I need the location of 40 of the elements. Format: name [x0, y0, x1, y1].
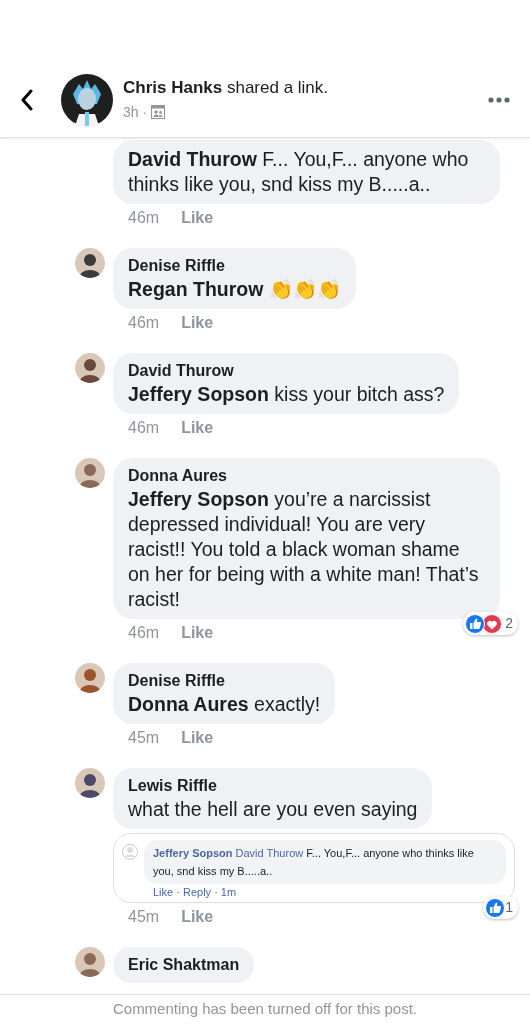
like-reaction-icon [485, 897, 506, 918]
comment-text: Jeffery Sopson you’re a narcissist depressed individual! You are very racist!! You told a black woman shame on her for being with a white man! That’s racist! [128, 487, 480, 612]
avatar[interactable] [75, 353, 105, 383]
comment-author[interactable]: Denise Riffle [128, 670, 321, 692]
comment-author[interactable]: Denise Riffle [128, 255, 341, 277]
comment-text: Jeffery Sopson kiss your bitch ass? [128, 382, 445, 407]
comment-text: what the hell are you even saying [128, 797, 418, 822]
comment-time: 46m [128, 623, 160, 643]
shared-comment-card[interactable]: Jeffery Sopson David Thurow F... You,F... anyone who thinks like you, snd kiss my B.....a.. Like · Reply · 1m [113, 833, 515, 903]
heart-reaction-icon [482, 613, 503, 634]
avatar[interactable] [75, 768, 105, 798]
avatar[interactable] [75, 248, 105, 278]
back-icon[interactable] [20, 88, 34, 111]
comment-author[interactable]: Donna Aures [128, 465, 485, 487]
comment-author[interactable]: Lewis Riffle [128, 775, 418, 797]
comment-time: 46m [128, 313, 160, 333]
reaction-count[interactable]: 2 [463, 612, 518, 635]
comment-time: 46m [128, 418, 160, 438]
avatar-placeholder-icon [122, 844, 138, 860]
like-reaction-icon [465, 613, 486, 634]
reaction-count[interactable]: 1 [483, 896, 518, 919]
avatar[interactable] [75, 663, 105, 693]
shared-comment-meta: Like · Reply · 1m [152, 885, 238, 900]
comment-author[interactable]: David Thurow [128, 360, 445, 382]
comment-time: 45m [128, 728, 160, 748]
comment-time: 46m [128, 208, 160, 228]
comment-time: 45m [128, 907, 160, 927]
post-title: Chris Hanks shared a link. [123, 76, 330, 99]
post-time: 3h · [123, 102, 148, 122]
audience-icon [151, 105, 166, 119]
avatar[interactable] [75, 458, 105, 488]
comment-author[interactable]: Eric Shaktman [128, 954, 240, 976]
more-icon[interactable] [488, 96, 510, 103]
commenting-off-notice: Commenting has been turned off for this post. [112, 999, 418, 1020]
comment-text: Regan Thurow 👏👏👏 [128, 277, 341, 302]
shared-comment-text: Jeffery Sopson David Thurow F... You,F... anyone who thinks like you, snd kiss my B.....a.. [144, 840, 506, 884]
profile-avatar[interactable] [61, 73, 113, 126]
comment-text: David Thurow F... You,F... anyone who thinks like you, snd kiss my B.....a.. [128, 147, 470, 197]
comment-text: Donna Aures exactly! [128, 692, 321, 717]
avatar[interactable] [75, 947, 105, 977]
